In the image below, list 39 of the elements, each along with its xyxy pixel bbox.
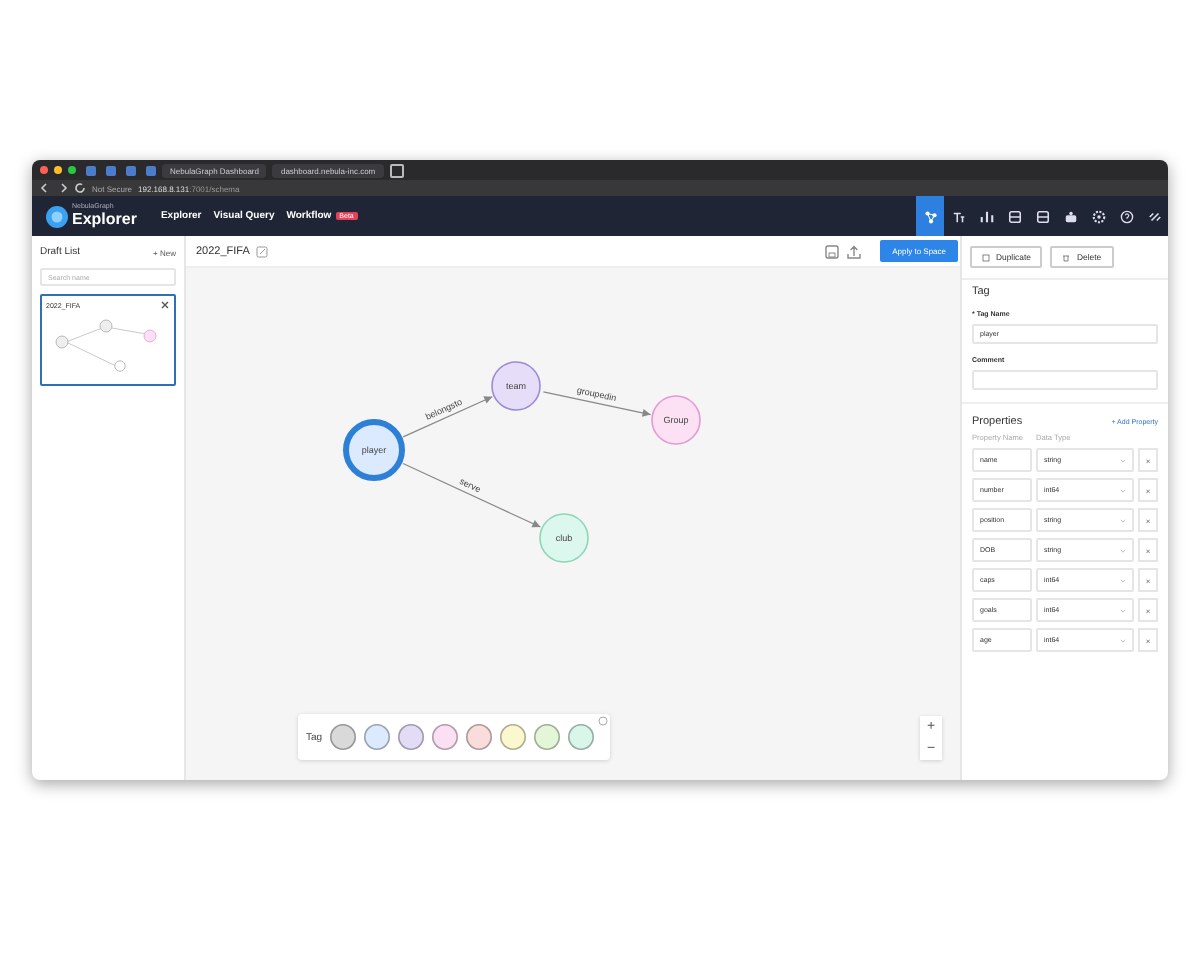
info-icon[interactable] [598, 716, 609, 726]
minimize-dot-icon[interactable] [54, 166, 62, 174]
logo-icon [46, 205, 68, 227]
reload-icon[interactable] [74, 182, 86, 194]
edge-arrow[interactable] [402, 462, 541, 528]
color-swatch[interactable] [432, 724, 459, 750]
color-swatch[interactable] [466, 724, 493, 750]
zoom-dot-icon[interactable] [68, 166, 76, 174]
comment-field[interactable] [972, 370, 1158, 390]
edge-arrow[interactable] [402, 396, 493, 438]
color-swatch[interactable] [398, 724, 425, 750]
node-circle[interactable] [343, 419, 405, 481]
caret-icon [1120, 607, 1126, 613]
node-circle[interactable] [651, 395, 701, 445]
color-swatch[interactable] [534, 724, 561, 750]
caret-icon [1120, 547, 1126, 553]
color-swatch[interactable] [330, 724, 357, 750]
caret-icon [1120, 517, 1126, 523]
graph-icon[interactable] [916, 196, 944, 236]
back-forward-icon[interactable] [40, 182, 68, 194]
product-name: Explorer [72, 211, 137, 228]
node-circle[interactable] [539, 513, 589, 563]
node-circle[interactable] [491, 361, 541, 411]
save-icon[interactable] [824, 243, 841, 259]
color-swatch[interactable] [364, 724, 391, 750]
caret-icon [1120, 487, 1126, 493]
caret-icon [1120, 577, 1126, 583]
close-dot-icon[interactable] [40, 166, 48, 174]
color-swatch[interactable] [568, 724, 595, 750]
caret-icon [1120, 457, 1126, 463]
edit-icon[interactable] [255, 245, 268, 257]
copy-icon [982, 253, 990, 261]
upload-icon[interactable] [846, 243, 863, 259]
caret-icon [1120, 637, 1126, 643]
new-tab-icon[interactable] [389, 163, 404, 177]
color-swatch[interactable] [500, 724, 527, 750]
trash-icon [1062, 253, 1071, 261]
edge-arrow[interactable] [542, 391, 652, 417]
close-icon[interactable] [160, 300, 170, 310]
